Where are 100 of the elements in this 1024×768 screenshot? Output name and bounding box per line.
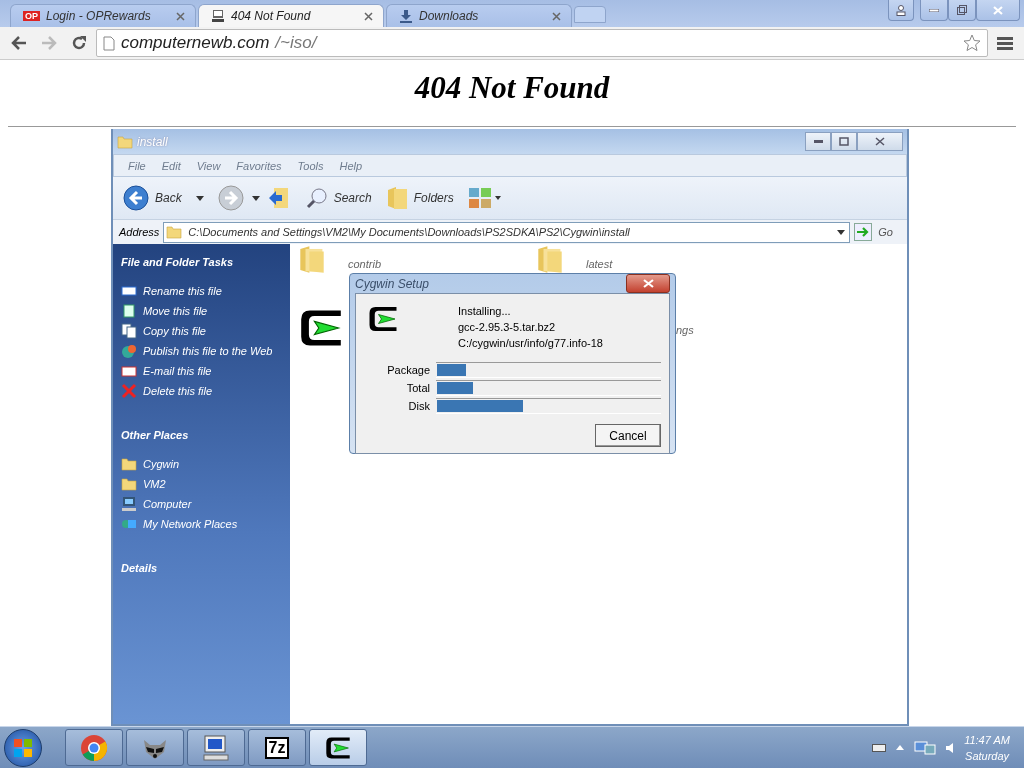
minimize-icon bbox=[929, 8, 939, 12]
minimize-icon bbox=[813, 140, 823, 143]
folder-icon bbox=[121, 476, 137, 492]
task-link[interactable]: Cygwin bbox=[121, 456, 282, 472]
folder-icon bbox=[537, 245, 563, 274]
windows-logo-icon bbox=[13, 737, 33, 758]
dropdown-arrow-icon[interactable] bbox=[251, 195, 260, 201]
file-name: ngs bbox=[676, 324, 694, 336]
bookmark-star-icon[interactable] bbox=[963, 34, 981, 52]
computer-icon bbox=[121, 496, 137, 512]
cancel-button[interactable]: Cancel bbox=[595, 424, 661, 447]
progress-label: Package bbox=[386, 364, 430, 376]
menu-item[interactable]: Help bbox=[339, 159, 363, 172]
start-button[interactable] bbox=[4, 728, 42, 767]
task-link[interactable]: Computer bbox=[121, 496, 282, 512]
browser-tab[interactable]: 404 Not Found bbox=[198, 4, 384, 27]
status-text: gcc-2.95.3-5.tar.bz2 bbox=[458, 320, 557, 334]
dropdown-arrow-icon[interactable] bbox=[195, 195, 204, 201]
task-link[interactable]: Rename this file bbox=[121, 283, 282, 299]
menu-item[interactable]: Tools bbox=[297, 159, 324, 172]
forward-button[interactable] bbox=[217, 185, 244, 211]
copy-icon bbox=[121, 323, 137, 339]
folder-icon bbox=[121, 456, 137, 472]
cygwin-logo-icon bbox=[368, 304, 398, 334]
keyboard-icon bbox=[872, 743, 887, 752]
file-name: latest bbox=[586, 258, 613, 270]
computer-icon bbox=[211, 9, 225, 23]
network-icon bbox=[914, 740, 937, 755]
close-button[interactable] bbox=[857, 132, 903, 151]
7zip-icon: 7z bbox=[264, 736, 290, 759]
restore-icon bbox=[957, 5, 967, 15]
url-host: computernewb.com bbox=[121, 33, 270, 53]
volume-icon bbox=[946, 741, 955, 754]
up-folder-icon[interactable] bbox=[267, 186, 290, 210]
address-bar[interactable]: computernewb.com /~iso/ bbox=[96, 29, 988, 57]
folder-icon bbox=[166, 224, 183, 240]
task-link[interactable]: My Network Places bbox=[121, 516, 282, 532]
browser-tab[interactable]: Downloads bbox=[386, 4, 572, 27]
close-icon[interactable] bbox=[552, 11, 561, 21]
close-button[interactable] bbox=[626, 274, 670, 293]
favicon-icon: OP bbox=[23, 11, 40, 21]
file-name: contrib bbox=[348, 258, 382, 270]
taskbar-button[interactable]: 7z bbox=[248, 729, 306, 766]
search-button[interactable]: Search bbox=[305, 187, 372, 209]
task-link[interactable]: E-mail this file bbox=[121, 363, 282, 379]
section-title: Other Places bbox=[121, 429, 190, 441]
show-hidden-icons-icon[interactable] bbox=[896, 745, 905, 750]
section-title: Details bbox=[121, 562, 159, 574]
status-text: Installing... bbox=[458, 304, 512, 318]
computer-icon bbox=[201, 733, 231, 762]
close-icon bbox=[642, 279, 654, 288]
menu-item[interactable]: Edit bbox=[161, 159, 181, 172]
folder-icon bbox=[299, 245, 325, 274]
restore-button[interactable] bbox=[948, 0, 976, 21]
delete-icon bbox=[121, 383, 137, 399]
progress-label: Disk bbox=[407, 400, 430, 412]
page-heading: 404 Not Found bbox=[413, 70, 611, 107]
task-link[interactable]: Copy this file bbox=[121, 323, 282, 339]
progress-label: Total bbox=[405, 382, 430, 394]
reload-icon[interactable] bbox=[71, 35, 87, 51]
go-button[interactable]: Go bbox=[854, 223, 903, 241]
task-link[interactable]: Delete this file bbox=[121, 383, 282, 399]
menu-icon[interactable] bbox=[997, 36, 1013, 50]
chrome-icon bbox=[80, 733, 108, 762]
page-icon bbox=[103, 35, 115, 51]
section-title: File and Folder Tasks bbox=[121, 256, 235, 268]
back-button[interactable]: Back bbox=[123, 185, 182, 211]
address-label: Address bbox=[119, 226, 160, 238]
menu-item[interactable]: File bbox=[128, 159, 146, 172]
task-link[interactable]: Move this file bbox=[121, 303, 282, 319]
browser-tab[interactable]: OP Login - OPRewards bbox=[10, 4, 196, 27]
download-icon bbox=[399, 9, 413, 23]
profile-button[interactable] bbox=[888, 0, 914, 21]
task-link[interactable]: VM2 bbox=[121, 476, 282, 492]
search-icon bbox=[305, 187, 328, 209]
status-text: C:/cygwin/usr/info/g77.info-18 bbox=[458, 336, 603, 350]
folder-icon bbox=[385, 186, 408, 210]
window-title: install bbox=[137, 134, 169, 149]
taskbar-button[interactable] bbox=[309, 729, 367, 766]
maximize-button[interactable] bbox=[831, 132, 857, 151]
minimize-button[interactable] bbox=[805, 132, 831, 151]
person-icon bbox=[896, 4, 906, 16]
task-link[interactable]: Publish this file to the Web bbox=[121, 343, 282, 359]
address-field[interactable]: C:\Documents and Settings\VM2\My Documents\Downloads\PS2SDKA\PS2\Cygwin\install bbox=[163, 221, 851, 243]
menu-item[interactable]: Favorites bbox=[236, 159, 282, 172]
folder-icon bbox=[117, 133, 133, 150]
globe-icon bbox=[121, 343, 137, 359]
folders-button[interactable]: Folders bbox=[385, 186, 454, 210]
close-icon bbox=[875, 137, 885, 146]
close-icon[interactable] bbox=[364, 11, 373, 21]
menu-item[interactable]: View bbox=[196, 159, 221, 172]
url-path: /~iso/ bbox=[275, 33, 319, 53]
dialog-title: Cygwin Setup bbox=[355, 276, 430, 291]
back-icon[interactable] bbox=[11, 36, 27, 50]
envelope-icon bbox=[121, 363, 137, 379]
taskbar-button[interactable] bbox=[126, 729, 184, 766]
rename-icon bbox=[121, 283, 137, 299]
close-icon bbox=[993, 5, 1003, 15]
close-icon[interactable] bbox=[176, 11, 185, 21]
document-icon bbox=[121, 303, 137, 319]
